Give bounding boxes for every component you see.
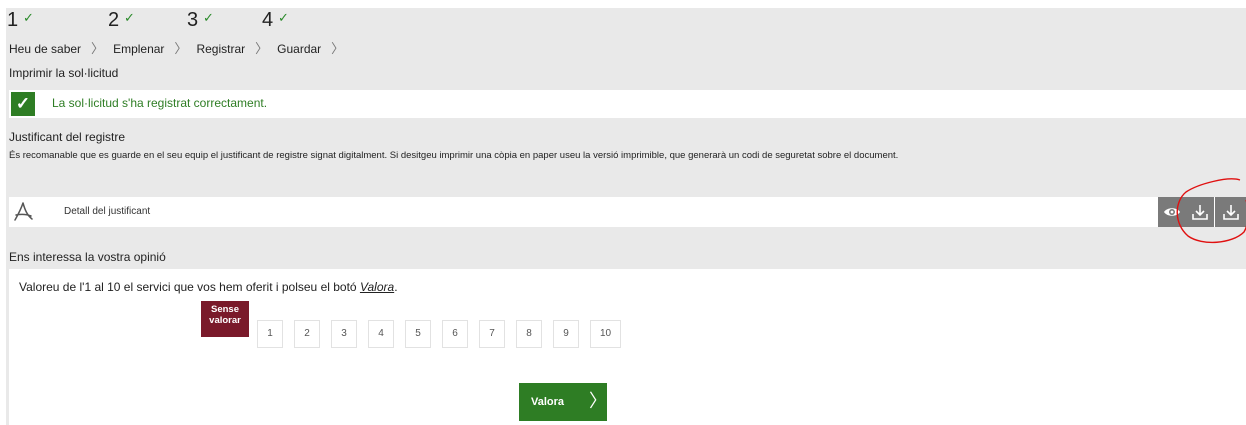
rating-button-9[interactable]: 9 xyxy=(553,320,579,348)
page-frame: 1 ✓ 2 ✓ 3 ✓ 4 ✓ Heu de saber 〉 Emplenar 〉 Re… xyxy=(6,8,1246,425)
check-icon: ✓ xyxy=(278,10,289,25)
rating-button-4[interactable]: 4 xyxy=(368,320,394,348)
step-number: 2 xyxy=(108,9,120,31)
check-icon: ✓ xyxy=(124,10,135,25)
breadcrumb-item-registrar[interactable]: Registrar xyxy=(196,42,245,56)
breadcrumb-item-guardar[interactable]: Guardar xyxy=(277,42,321,56)
feedback-section-title: Ens interessa la vostra opinió xyxy=(9,250,166,264)
valora-submit-button[interactable]: Valora 〉 xyxy=(519,383,607,421)
check-icon: ✓ xyxy=(23,10,34,25)
pdf-icon xyxy=(14,202,33,221)
receipt-description: És recomanable que es guarde en el seu e… xyxy=(9,150,899,161)
rating-button-5[interactable]: 5 xyxy=(405,320,431,348)
feedback-prompt: Valoreu de l'1 al 10 el servici que vos … xyxy=(19,280,398,294)
step-indicator: 1 ✓ 2 ✓ 3 ✓ 4 ✓ xyxy=(7,8,407,38)
step-number: 1 xyxy=(7,9,19,31)
rating-button-3[interactable]: 3 xyxy=(331,320,357,348)
rating-button-6[interactable]: 6 xyxy=(442,320,468,348)
success-banner: ✓ La sol·licitud s'ha registrat correcta… xyxy=(9,90,1246,118)
receipt-section-title: Justificant del registre xyxy=(9,130,126,144)
print-section-title: Imprimir la sol·licitud xyxy=(9,66,119,80)
breadcrumb: Heu de saber 〉 Emplenar 〉 Registrar 〉 Guardar 〉 xyxy=(9,38,353,57)
breadcrumb-item-heu-de-saber[interactable]: Heu de saber xyxy=(9,42,81,56)
feedback-prompt-text: Valoreu de l'1 al 10 el servici que vos … xyxy=(19,280,360,294)
check-icon: ✓ xyxy=(11,92,35,116)
annotation-circle xyxy=(1176,178,1246,244)
chevron-right-icon: 〉 xyxy=(174,41,188,56)
breadcrumb-item-emplenar[interactable]: Emplenar xyxy=(113,42,164,56)
valora-submit-label: Valora xyxy=(531,396,565,408)
chevron-right-icon: 〉 xyxy=(255,41,269,56)
valora-link[interactable]: Valora xyxy=(360,280,394,294)
feedback-panel: Valoreu de l'1 al 10 el servici que vos … xyxy=(9,269,1246,425)
chevron-right-icon: 〉 xyxy=(589,391,607,411)
success-message: La sol·licitud s'ha registrat correctame… xyxy=(52,96,268,110)
chevron-right-icon: 〉 xyxy=(91,41,105,56)
no-rating-button[interactable]: Sense valorar xyxy=(201,301,249,337)
rating-button-1[interactable]: 1 xyxy=(257,320,283,348)
step-number: 4 xyxy=(262,9,274,31)
rating-button-10[interactable]: 10 xyxy=(590,320,621,348)
check-icon: ✓ xyxy=(203,10,214,25)
rating-button-8[interactable]: 8 xyxy=(516,320,542,348)
rating-button-7[interactable]: 7 xyxy=(479,320,505,348)
feedback-prompt-end: . xyxy=(394,280,398,294)
receipt-document-label: Detall del justificant xyxy=(64,206,151,217)
chevron-right-icon: 〉 xyxy=(331,41,345,56)
step-number: 3 xyxy=(187,9,199,31)
rating-button-2[interactable]: 2 xyxy=(294,320,320,348)
receipt-document-row: Detall del justificant xyxy=(9,197,1246,227)
